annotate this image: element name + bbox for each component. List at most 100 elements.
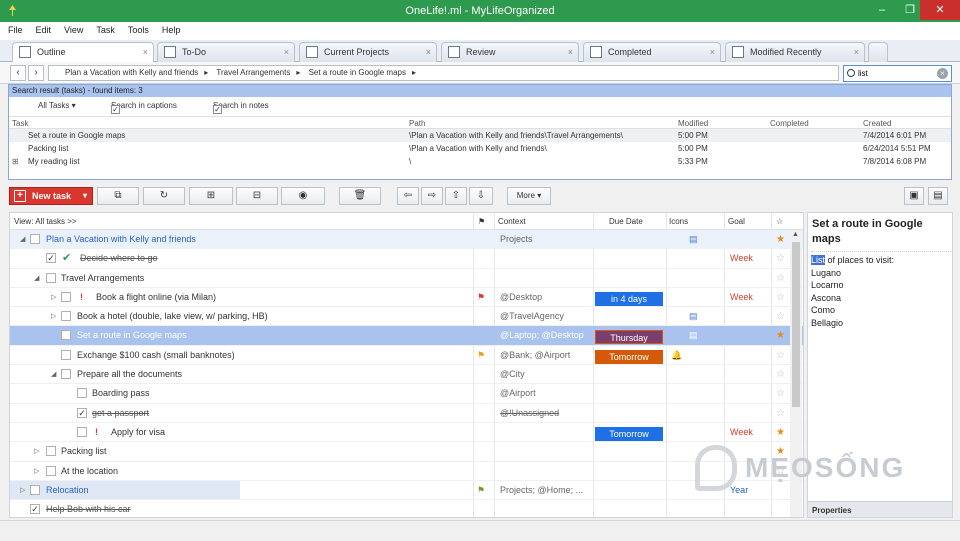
task-filter-dropdown[interactable]: All Tasks ▾ (38, 101, 76, 110)
col-modified[interactable]: Modified (678, 119, 708, 128)
new-tab-button[interactable] (868, 42, 888, 62)
col-created[interactable]: Created (863, 119, 891, 128)
col-path[interactable]: Path (409, 119, 425, 128)
refresh-icon[interactable]: ↻ (143, 187, 185, 205)
menu-edit[interactable]: Edit (28, 22, 57, 35)
menu-view[interactable]: View (56, 22, 88, 35)
notes-text-line[interactable]: Locarno (811, 280, 844, 290)
task-row[interactable]: ✓ Help Bob with his car (10, 500, 803, 517)
task-checkbox[interactable] (77, 426, 87, 437)
menu-help[interactable]: Help (154, 22, 186, 35)
search-notes-checkbox[interactable]: ✓ Search in notes (213, 101, 269, 114)
tab-current-projects[interactable]: Current Projects × (299, 42, 437, 62)
split-view-icon[interactable]: ▤ (928, 187, 948, 205)
search-input[interactable] (858, 67, 936, 80)
close-icon[interactable]: × (143, 43, 148, 61)
expand-all-button[interactable]: ⊞ (189, 187, 233, 205)
star-icon[interactable]: ☆ (776, 369, 785, 380)
task-row[interactable]: ✓ ✔ Decide where to go Week ☆ (10, 249, 803, 269)
notes-text-line[interactable]: Ascona (811, 293, 841, 303)
delete-icon[interactable]: 🗑 (339, 187, 381, 205)
close-icon[interactable]: × (426, 43, 431, 61)
task-checkbox[interactable]: ✓ (46, 253, 56, 264)
col-icons[interactable]: Icons (669, 217, 688, 226)
task-row[interactable]: ! Apply for visa Tomorrow Week ★ (10, 423, 803, 443)
task-checkbox[interactable] (46, 446, 56, 457)
expand-icon[interactable]: ▷ (51, 293, 56, 301)
flag-column-icon[interactable]: ⚑ (478, 217, 485, 226)
task-row[interactable]: Exchange $100 cash (small banknotes) ⚑ @… (10, 346, 803, 366)
col-completed[interactable]: Completed (770, 119, 809, 128)
expand-icon[interactable]: ⊞ (12, 157, 19, 166)
task-row[interactable]: ✓ get a passport @!Unassigned ☆ (10, 404, 803, 423)
due-date-badge[interactable]: Tomorrow (595, 349, 663, 364)
clear-search-icon[interactable]: × (937, 68, 948, 79)
expand-icon[interactable]: ▷ (34, 447, 39, 455)
task-checkbox[interactable] (61, 311, 71, 322)
move-left-button[interactable]: ⇦ (397, 187, 419, 205)
notes-text-line[interactable]: List of places to visit: (811, 255, 894, 265)
menu-file[interactable]: File (0, 22, 28, 35)
task-row[interactable]: ◢ Travel Arrangements ☆ (10, 269, 803, 288)
star-column-icon[interactable]: ☆ (776, 217, 783, 226)
more-button[interactable]: More ▾ (507, 187, 551, 205)
close-icon[interactable]: × (854, 43, 859, 61)
task-checkbox[interactable] (61, 291, 71, 302)
col-goal[interactable]: Goal (728, 217, 745, 226)
menu-tools[interactable]: Tools (120, 22, 154, 35)
collapse-all-button[interactable]: ⊟ (236, 187, 278, 205)
result-row[interactable]: ⊞ My reading list \ 5:33 PM 7/8/2014 6:0… (9, 155, 951, 168)
checkbox[interactable]: ✓ (213, 105, 222, 114)
star-icon[interactable]: ☆ (776, 311, 785, 322)
result-row[interactable]: Set a route in Google maps \Plan a Vacat… (9, 129, 951, 142)
breadcrumb-item[interactable]: Plan a Vacation with Kelly and friends (65, 68, 198, 77)
scroll-thumb[interactable] (792, 242, 800, 407)
task-row-selected[interactable]: Set a route in Google maps @Laptop; @Des… (10, 326, 803, 346)
collapse-icon[interactable]: ◢ (51, 370, 56, 378)
forward-button[interactable]: › (28, 65, 44, 81)
close-button[interactable]: ✕ (920, 0, 960, 20)
task-checkbox[interactable]: ✓ (77, 407, 87, 418)
task-checkbox[interactable] (46, 272, 56, 283)
star-icon[interactable]: ☆ (776, 408, 785, 419)
move-up-button[interactable]: ⇧ (445, 187, 467, 205)
task-row[interactable]: ▷ Packing list ★ (10, 442, 803, 462)
task-row[interactable]: ▷ At the location ☆ (10, 462, 803, 481)
expand-icon[interactable]: ▷ (34, 467, 39, 475)
task-row[interactable]: ◢ Prepare all the documents @City ☆ (10, 365, 803, 385)
expand-icon[interactable]: ▷ (51, 312, 56, 320)
col-context[interactable]: Context (498, 217, 526, 226)
task-checkbox[interactable] (61, 349, 71, 360)
task-row[interactable]: ▷ ! Book a flight online (via Milan) ⚑ @… (10, 288, 803, 308)
scroll-up-icon[interactable]: ▲ (792, 231, 799, 238)
close-icon[interactable]: × (284, 43, 289, 61)
star-icon[interactable]: ★ (776, 330, 785, 341)
task-checkbox[interactable] (30, 234, 40, 244)
breadcrumb-item[interactable]: Travel Arrangements (216, 68, 290, 77)
star-icon[interactable]: ★ (776, 427, 785, 438)
task-checkbox[interactable] (46, 465, 56, 476)
col-task[interactable]: Task (12, 119, 28, 128)
star-icon[interactable]: ☆ (776, 273, 785, 284)
search-box[interactable]: × (843, 65, 952, 82)
new-task-button[interactable]: + New task ▾ (9, 187, 93, 205)
breadcrumb-item[interactable]: Set a route in Google maps (309, 68, 406, 77)
minimize-button[interactable]: – (868, 0, 896, 20)
view-filter[interactable]: View: All tasks >> (14, 217, 77, 226)
tab-outline[interactable]: Outline × (12, 42, 154, 63)
star-icon[interactable]: ☆ (776, 388, 785, 399)
due-date-badge[interactable]: in 4 days (595, 291, 663, 306)
star-icon[interactable]: ☆ (776, 253, 785, 264)
star-icon[interactable]: ★ (776, 234, 785, 245)
task-row[interactable]: Boarding pass @Airport ☆ (10, 384, 803, 404)
notes-text-line[interactable]: Lugano (811, 268, 841, 278)
task-checkbox[interactable] (30, 484, 40, 495)
checkbox[interactable]: ✓ (111, 105, 120, 114)
result-row[interactable]: Packing list \Plan a Vacation with Kelly… (9, 142, 951, 155)
tab-completed[interactable]: Completed × (583, 42, 721, 62)
tab-review[interactable]: Review × (441, 42, 579, 62)
layout-icon[interactable]: ▣ (904, 187, 924, 205)
chevron-down-icon[interactable]: ▾ (83, 188, 87, 204)
tab-modified-recently[interactable]: Modified Recently × (725, 42, 865, 62)
task-checkbox[interactable] (77, 388, 87, 399)
